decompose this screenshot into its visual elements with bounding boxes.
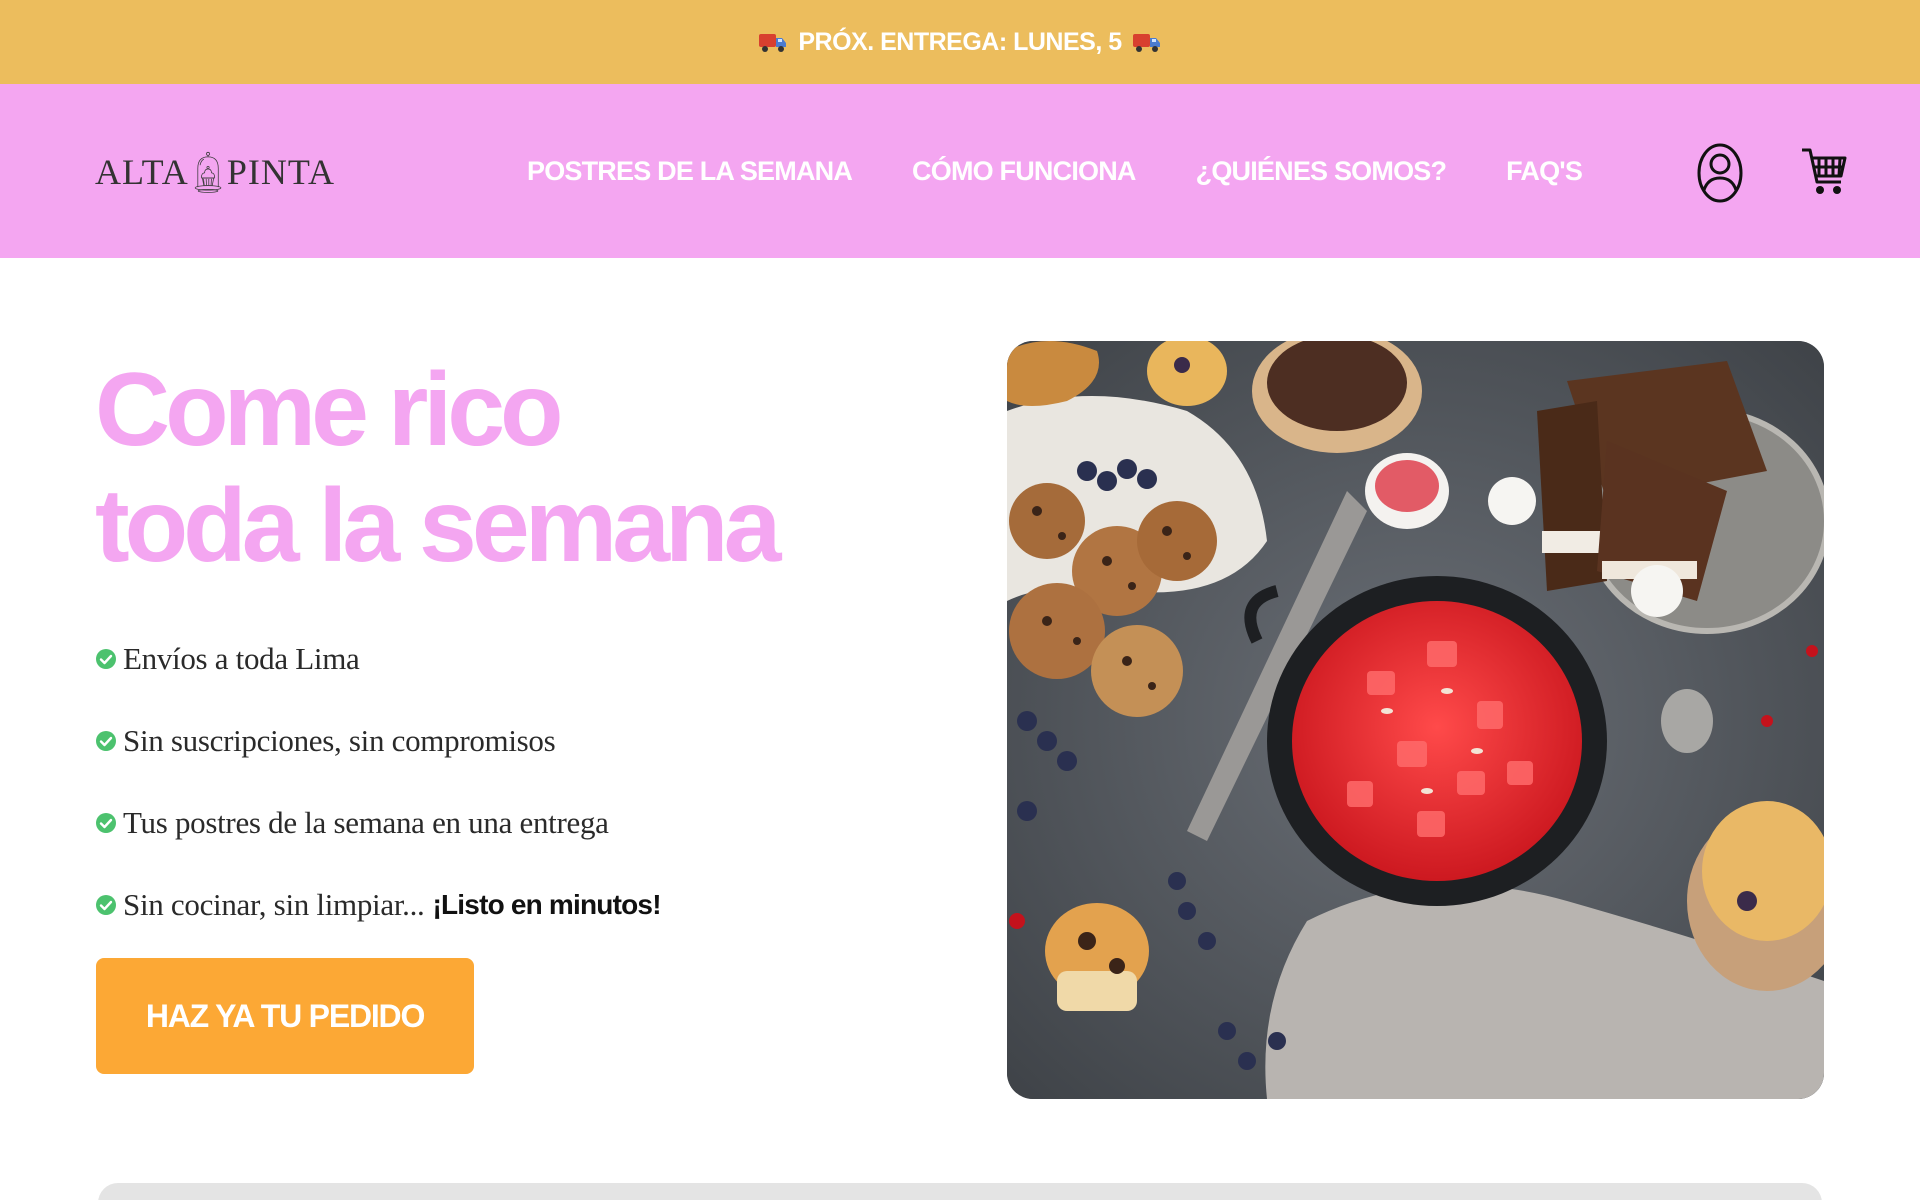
desserts-illustration [1007,341,1824,1099]
hero-title-line-2: toda la semana [95,468,781,584]
list-item: Envíos a toda Lima [95,618,855,700]
check-circle-icon [96,649,116,669]
logo-right-word: PINTA [226,152,335,192]
account-button[interactable] [1696,142,1744,204]
list-item: Tus postres de la semana en una entrega [95,782,855,864]
hero-title: Come rico toda la semana [95,352,855,584]
nav-como-funciona[interactable]: CÓMO FUNCIONA [912,156,1136,187]
feature-highlight: ¡Listo en minutos! [432,889,661,920]
order-now-label: HAZ YA TU PEDIDO [145,997,426,1034]
truck-icon [1132,34,1160,52]
feature-text: Tus postres de la semana en una entrega [123,805,609,840]
list-item: Sin suscripciones, sin compromisos [95,700,855,782]
nav-faqs[interactable]: FAQ'S [1506,156,1583,187]
nav-postres-de-la-semana[interactable]: POSTRES DE LA SEMANA [527,156,853,187]
feature-text: Sin cocinar, sin limpiar... [123,887,425,922]
desserts-photo [1007,341,1824,1099]
hero-title-line-1: Come rico [95,352,564,468]
announcement-bar: PRÓX. ENTREGA: LUNES, 5 [0,0,1920,84]
nav-quienes-somos[interactable]: ¿QUIÉNES SOMOS? [1196,156,1447,187]
check-circle-icon [96,813,116,833]
site-header: ALTA PINTA POSTRES DE LA SEMANA CÓMO FUN… [0,84,1920,258]
truck-icon [759,34,787,52]
cupcake-dome-icon [194,151,222,193]
logo-left-word: ALTA [95,152,189,192]
list-item: Sin cocinar, sin limpiar... ¡Listo en mi… [95,864,855,946]
check-circle-icon [96,895,116,915]
feature-text: Sin suscripciones, sin compromisos [123,723,556,758]
section-divider [98,1183,1822,1200]
main-nav: POSTRES DE LA SEMANA CÓMO FUNCIONA ¿QUIÉ… [527,84,1583,258]
feature-text: Envíos a toda Lima [123,641,360,676]
site-logo[interactable]: ALTA PINTA [95,114,335,230]
announcement-text: PRÓX. ENTREGA: LUNES, 5 [798,27,1122,56]
cart-button[interactable] [1800,144,1848,198]
check-circle-icon [96,731,116,751]
order-now-button[interactable]: HAZ YA TU PEDIDO [96,958,474,1074]
shopping-cart-icon [1802,148,1847,194]
user-account-icon [1697,143,1743,203]
feature-list: Envíos a toda Lima Sin suscripciones, si… [95,618,855,946]
